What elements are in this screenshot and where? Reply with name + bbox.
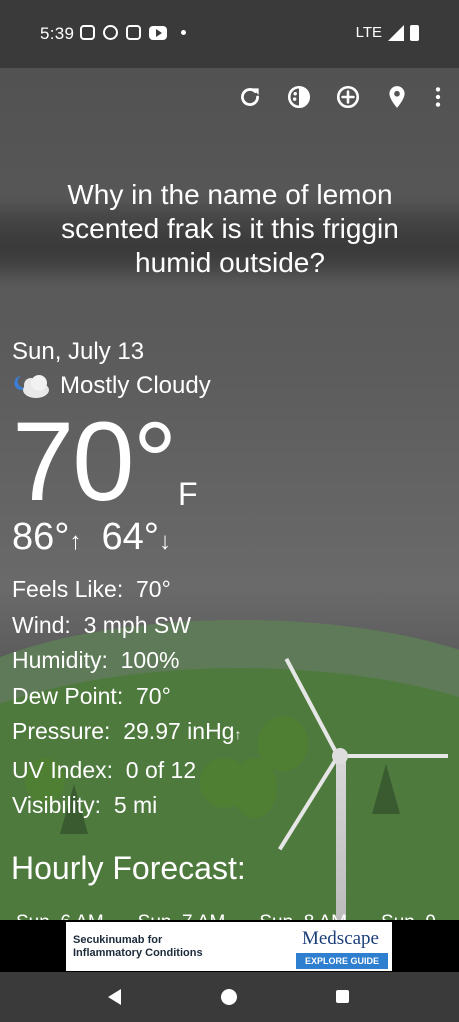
detail-label: Feels Like: [12, 576, 124, 602]
condition-text: Mostly Cloudy [60, 372, 211, 399]
ad-area: Secukinumab for Inflammatory Conditions … [0, 920, 459, 972]
high-low: 86°↑ 64°↓ [12, 516, 171, 559]
detail-value: 100% [120, 647, 180, 673]
arrow-down-icon: ↓ [158, 528, 171, 555]
hourly-label: Sun, 6 AM [16, 912, 104, 920]
detail-value: 70° [136, 682, 171, 709]
ad-banner[interactable]: Secukinumab for Inflammatory Conditions … [66, 922, 392, 971]
detail-value: 29.97 inHg [123, 718, 235, 744]
ad-line: Secukinumab for [73, 934, 163, 946]
arrow-up-icon: ↑ [69, 528, 82, 555]
low-temp-group: 64°↓ [101, 516, 170, 559]
current-date: Sun, July 13 [12, 338, 145, 365]
system-nav-bar [0, 972, 459, 1022]
toolbar [235, 82, 445, 112]
turbine-blade [338, 754, 448, 758]
status-time: 5:39 [40, 24, 75, 43]
hourly-label: Sun, 7 AM [138, 912, 226, 920]
hourly-label: Sun, 9 [381, 912, 436, 920]
wind-row: Wind: 3 mph SW [12, 608, 241, 644]
signal-icon [388, 24, 404, 41]
refresh-button[interactable] [235, 82, 265, 112]
detail-value: 3 mph SW [83, 611, 191, 638]
detail-value: 0 of 12 [125, 756, 197, 783]
instagram-icon [126, 25, 141, 40]
location-pin-icon [389, 86, 405, 108]
hourly-forecast-strip[interactable]: Sun, 6 AM Sun, 7 AM Sun, 8 AM Sun, 9 [0, 898, 459, 920]
high-temp-group: 86°↑ [12, 516, 81, 559]
hourly-labels: Sun, 6 AM Sun, 7 AM Sun, 8 AM Sun, 9 [16, 912, 436, 920]
pine-tree [372, 764, 400, 814]
add-location-icon [336, 85, 360, 109]
home-icon[interactable] [221, 989, 237, 1005]
current-temperature: 70° [12, 399, 177, 524]
detail-label: Dew Point: [12, 682, 124, 709]
battery-icon [410, 24, 419, 41]
notification-icons [80, 25, 186, 40]
feels-like-row: Feels Like: 70° [12, 572, 241, 608]
temperature-unit: F [178, 476, 198, 512]
weather-quote: Why in the name of lemon scented frak is… [61, 179, 399, 278]
more-notifications-dot [181, 30, 186, 35]
humidity-row: Humidity: 100% [12, 643, 241, 679]
low-temp: 64° [101, 516, 159, 558]
uv-index-row: UV Index: 0 of 12 [12, 753, 241, 789]
ad-line: Inflammatory Conditions [73, 947, 203, 959]
back-icon[interactable] [108, 989, 121, 1005]
youtube-icon [149, 25, 167, 40]
more-vert-icon [435, 87, 441, 107]
wind-turbine-tower [336, 758, 346, 920]
recents-icon[interactable] [336, 990, 349, 1003]
detail-label: UV Index: [12, 756, 113, 783]
detail-value: 70° [136, 576, 171, 602]
high-temp: 86° [12, 516, 70, 558]
visibility-row: Visibility: 5 mi [12, 788, 241, 824]
ad-brand-logo: Medscape [301, 928, 379, 949]
status-right: LTE [356, 24, 419, 41]
hourly-label: Sun, 8 AM [259, 912, 347, 920]
pressure-row: Pressure: 29.97 inHg↑ [12, 714, 241, 753]
theme-icon [287, 85, 311, 109]
partly-cloudy-night-icon [12, 372, 52, 400]
alarm-icon [103, 25, 118, 40]
turbine-hub [332, 748, 348, 764]
add-location-button[interactable] [333, 82, 363, 112]
dew-point-row: Dew Point: 70° [12, 679, 241, 715]
status-bar: 5:39 LTE [0, 0, 459, 68]
pressure-rising-icon: ↑ [234, 726, 242, 742]
detail-label: Visibility: [12, 792, 102, 818]
detail-value: 5 mi [113, 792, 158, 818]
instagram-icon [80, 25, 95, 40]
ad-headline: Secukinumab for Inflammatory Conditions [73, 934, 203, 960]
detail-label: Wind: [12, 611, 71, 638]
more-options-button[interactable] [431, 82, 445, 112]
hourly-forecast-title: Hourly Forecast: [11, 850, 246, 886]
detail-label: Pressure: [12, 718, 111, 744]
refresh-icon [241, 88, 259, 106]
theme-button[interactable] [284, 82, 314, 112]
ad-cta-button[interactable]: EXPLORE GUIDE [296, 953, 388, 969]
location-button[interactable] [382, 82, 412, 112]
condition-row: Mostly Cloudy [12, 372, 211, 400]
network-type: LTE [355, 24, 382, 41]
detail-label: Humidity: [12, 647, 108, 673]
weather-details: Feels Like: 70° Wind: 3 mph SW Humidity:… [12, 572, 241, 824]
